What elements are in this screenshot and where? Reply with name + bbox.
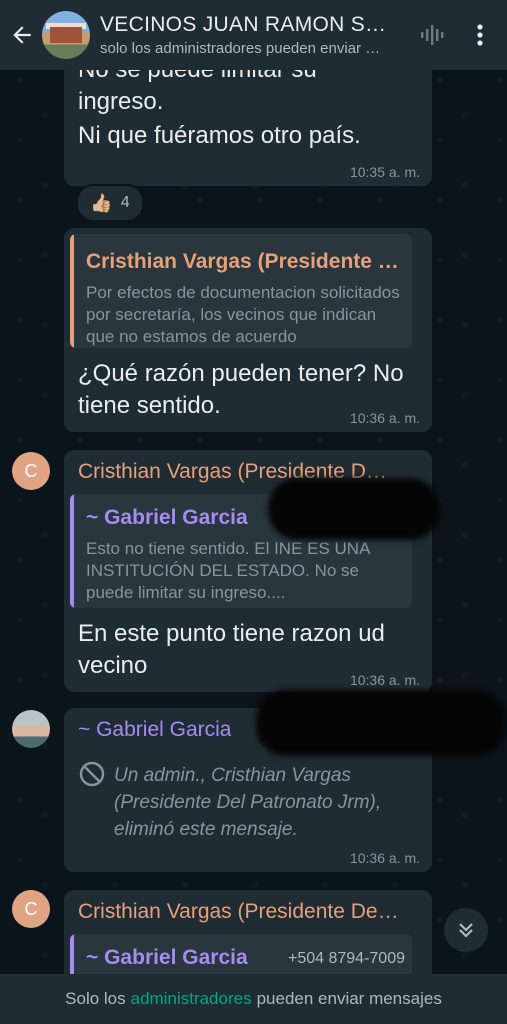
- chat-header[interactable]: VECINOS JUAN RAMON SOLER solo los admini…: [0, 0, 507, 70]
- back-arrow-icon[interactable]: [2, 0, 42, 70]
- chat-title: VECINOS JUAN RAMON SOLER: [100, 13, 390, 36]
- redaction-mark: [256, 690, 506, 756]
- sender-avatar[interactable]: [12, 710, 50, 748]
- quoted-author: Cristhian Vargas (Presidente Del Patrona…: [86, 250, 406, 273]
- double-chevron-down-icon: [459, 923, 473, 938]
- quoted-author: ~ Gabriel Garcia: [86, 506, 248, 529]
- more-vert-icon[interactable]: [463, 0, 497, 70]
- message-bubble[interactable]: No se puede limitar su ingreso. Ni que f…: [64, 50, 432, 186]
- quoted-phone: +504 8794-7009: [288, 950, 405, 967]
- message-time: 10:36 a. m.: [349, 850, 420, 866]
- message-time: 10:35 a. m.: [349, 164, 420, 180]
- message-time: 10:36 a. m.: [349, 410, 420, 426]
- administrators-link[interactable]: administradores: [131, 989, 252, 1009]
- chat-title-block[interactable]: VECINOS JUAN RAMON SOLER solo los admini…: [100, 13, 415, 57]
- chat-subtitle: solo los administradores pueden enviar m…: [100, 40, 390, 57]
- message-bubble[interactable]: Cristhian Vargas (Presidente Del Patrona…: [64, 228, 432, 432]
- group-avatar[interactable]: [42, 11, 90, 59]
- quoted-text: Por efectos de documentacion solicitados…: [86, 283, 400, 346]
- message-text: ingreso.: [78, 88, 164, 115]
- redaction-mark: [268, 478, 440, 540]
- sender-avatar[interactable]: C: [12, 452, 50, 490]
- notice-text: pueden enviar mensajes: [256, 989, 442, 1008]
- thumbs-up-icon: 👍🏼: [90, 192, 113, 213]
- notice-text: Solo los: [65, 989, 126, 1008]
- voice-call-icon[interactable]: [415, 0, 449, 70]
- reaction-count: 4: [120, 194, 130, 211]
- sender-name[interactable]: ~ Gabriel Garcia: [78, 718, 231, 742]
- quoted-author: ~ Gabriel Garcia: [86, 946, 248, 969]
- blocked-icon: [78, 760, 106, 793]
- reaction-badge[interactable]: 👍🏼 4: [76, 184, 144, 222]
- sender-avatar[interactable]: C: [12, 890, 50, 928]
- scroll-to-bottom-button[interactable]: [444, 908, 488, 952]
- deleted-message-text: Un admin., Cristhian Vargas (Presidente …: [114, 765, 382, 840]
- quoted-message[interactable]: Cristhian Vargas (Presidente Del Patrona…: [70, 234, 412, 348]
- admin-only-notice: Solo los administradores pueden enviar m…: [0, 974, 507, 1024]
- sender-name[interactable]: Cristhian Vargas (Presidente Del Patrona…: [78, 900, 400, 924]
- message-time: 10:36 a. m.: [349, 672, 420, 688]
- message-text: Ni que fuéramos otro país.: [78, 122, 361, 149]
- quoted-text: Esto no tiene sentido. El INE ES UNA INS…: [86, 539, 370, 602]
